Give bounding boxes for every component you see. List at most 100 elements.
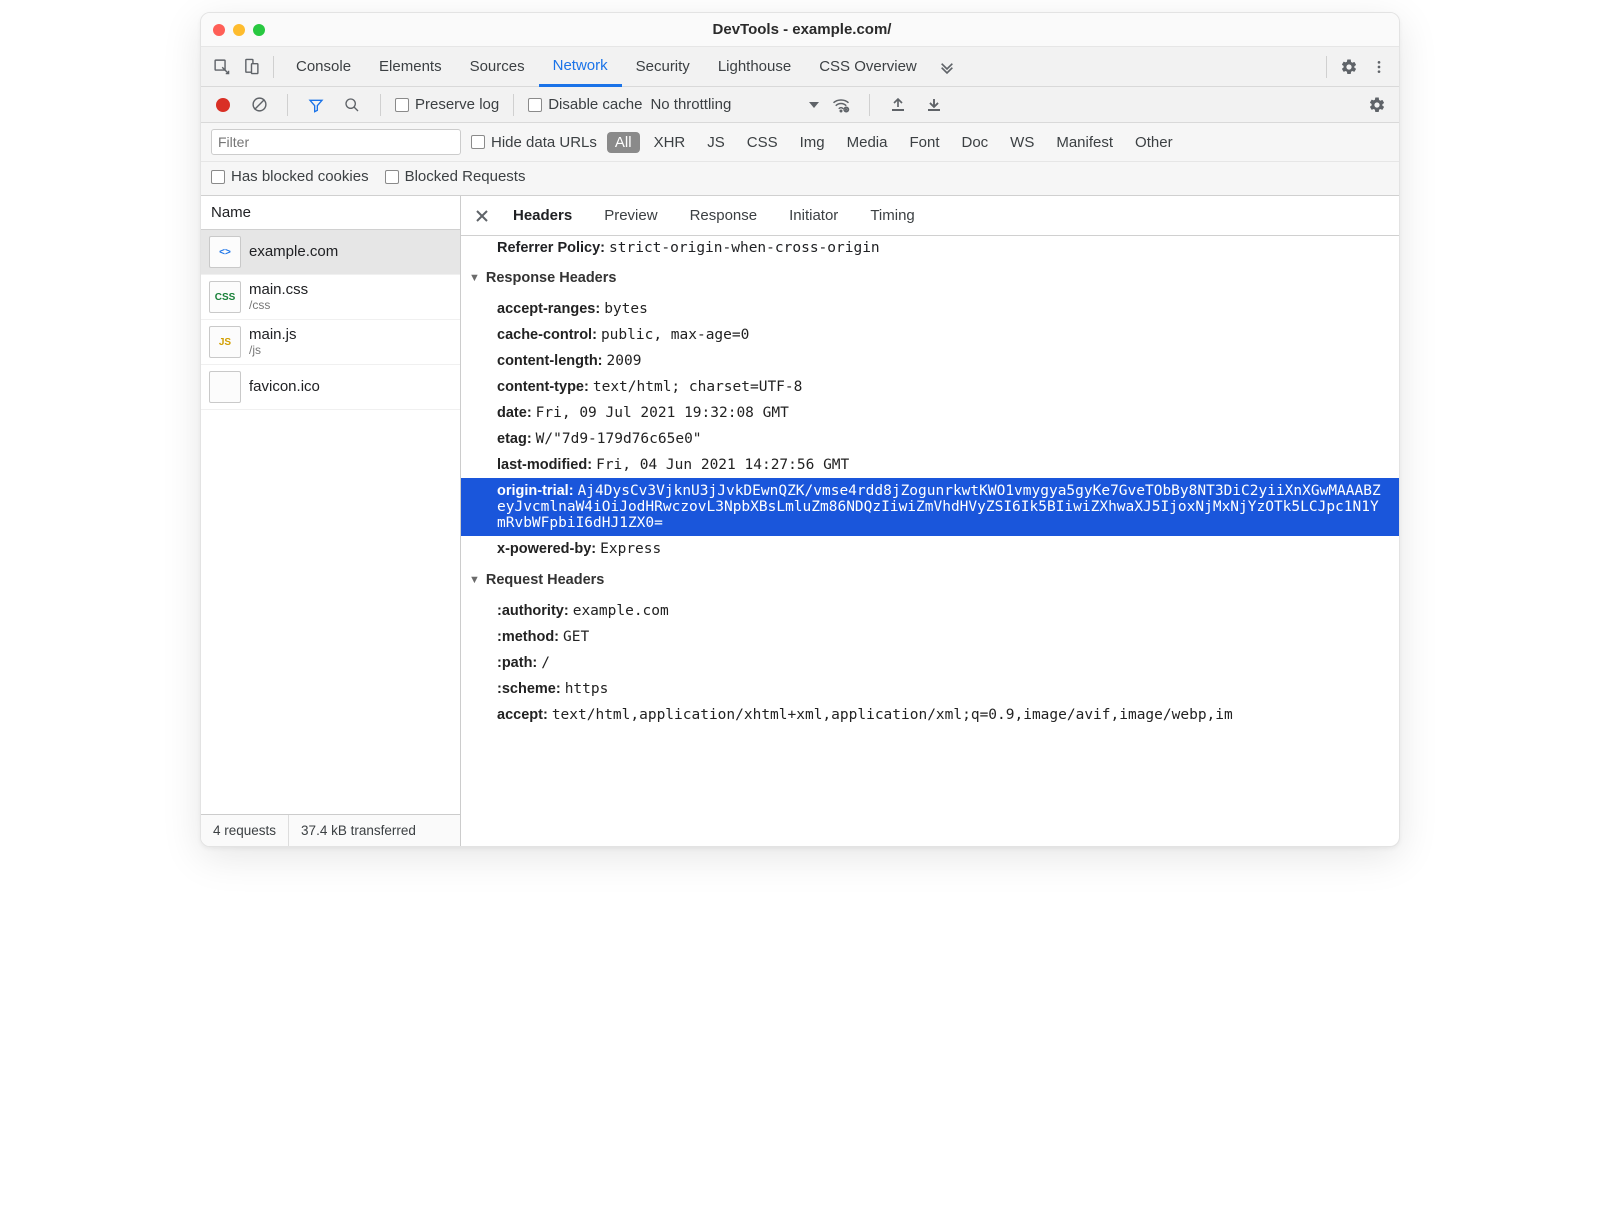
header-row[interactable]: last-modified: Fri, 04 Jun 2021 14:27:56…: [461, 452, 1399, 478]
throttling-select[interactable]: No throttling: [650, 96, 819, 113]
export-har-icon[interactable]: [920, 91, 948, 119]
tab-network[interactable]: Network: [539, 47, 622, 87]
disclosure-triangle-icon: ▼: [469, 272, 480, 284]
tab-lighthouse[interactable]: Lighthouse: [704, 47, 805, 87]
preserve-log-label: Preserve log: [415, 96, 499, 113]
minimize-traffic-light[interactable]: [233, 24, 245, 36]
request-name: example.com: [249, 243, 338, 260]
referrer-policy-key: Referrer Policy:: [497, 240, 605, 256]
device-toggle-icon[interactable]: [237, 53, 265, 81]
request-row[interactable]: CSSmain.css/css: [201, 275, 460, 320]
request-row[interactable]: favicon.ico: [201, 365, 460, 410]
type-filter-css[interactable]: CSS: [739, 132, 786, 153]
type-filter-media[interactable]: Media: [839, 132, 896, 153]
type-filter-all[interactable]: All: [607, 132, 640, 153]
request-row[interactable]: <> example.com: [201, 230, 460, 275]
header-row[interactable]: cache-control: public, max-age=0: [461, 322, 1399, 348]
header-row[interactable]: :authority: example.com: [461, 598, 1399, 624]
header-key: :scheme:: [497, 681, 565, 697]
header-row[interactable]: origin-trial: Aj4DysCv3VjknU3jJvkDEwnQZK…: [461, 478, 1399, 536]
response-headers-label: Response Headers: [486, 270, 617, 286]
tab-security[interactable]: Security: [622, 47, 704, 87]
request-path: /js: [249, 344, 297, 358]
type-filter-other[interactable]: Other: [1127, 132, 1181, 153]
close-traffic-light[interactable]: [213, 24, 225, 36]
kebab-menu-icon[interactable]: [1365, 53, 1393, 81]
request-headers-section[interactable]: ▼ Request Headers: [461, 562, 1399, 598]
header-key: origin-trial:: [497, 483, 578, 499]
status-bar: 4 requests 37.4 kB transferred: [201, 814, 460, 846]
close-detail-icon[interactable]: [467, 196, 497, 236]
type-filter-doc[interactable]: Doc: [953, 132, 996, 153]
header-value: public, max-age=0: [601, 327, 749, 343]
header-row[interactable]: :scheme: https: [461, 676, 1399, 702]
type-filter-manifest[interactable]: Manifest: [1048, 132, 1121, 153]
detail-tab-preview[interactable]: Preview: [588, 196, 673, 236]
clear-icon[interactable]: [245, 91, 273, 119]
zoom-traffic-light[interactable]: [253, 24, 265, 36]
disable-cache-checkbox[interactable]: Disable cache: [528, 96, 642, 113]
tab-css-overview[interactable]: CSS Overview: [805, 47, 931, 87]
type-filter-ws[interactable]: WS: [1002, 132, 1042, 153]
hide-data-urls-label: Hide data URLs: [491, 134, 597, 151]
type-filter-font[interactable]: Font: [901, 132, 947, 153]
header-row[interactable]: etag: W/"7d9-179d76c65e0": [461, 426, 1399, 452]
titlebar: DevTools - example.com/: [201, 13, 1399, 47]
preserve-log-checkbox[interactable]: Preserve log: [395, 96, 499, 113]
header-row[interactable]: accept: text/html,application/xhtml+xml,…: [461, 702, 1399, 728]
settings-icon[interactable]: [1335, 53, 1363, 81]
tab-sources[interactable]: Sources: [456, 47, 539, 87]
blocked-requests-checkbox[interactable]: Blocked Requests: [385, 168, 526, 185]
header-key: accept:: [497, 707, 552, 723]
type-filter-xhr[interactable]: XHR: [646, 132, 694, 153]
detail-tab-headers[interactable]: Headers: [497, 196, 588, 236]
referrer-policy-val: strict-origin-when-cross-origin: [609, 240, 880, 256]
file-type-icon: [209, 371, 241, 403]
tab-elements[interactable]: Elements: [365, 47, 456, 87]
divider: [380, 94, 381, 116]
divider: [287, 94, 288, 116]
record-button[interactable]: [209, 91, 237, 119]
header-row[interactable]: :path: /: [461, 650, 1399, 676]
request-row[interactable]: JSmain.js/js: [201, 320, 460, 365]
detail-tab-timing[interactable]: Timing: [854, 196, 930, 236]
type-filter-js[interactable]: JS: [699, 132, 733, 153]
divider: [1326, 56, 1327, 78]
header-row[interactable]: :method: GET: [461, 624, 1399, 650]
request-list-panel: Name <> example.com CSSmain.css/cssJSmain.…: [201, 196, 461, 846]
header-row[interactable]: content-length: 2009: [461, 348, 1399, 374]
request-name: favicon.ico: [249, 378, 320, 395]
header-row[interactable]: content-type: text/html; charset=UTF-8: [461, 374, 1399, 400]
hide-data-urls-checkbox[interactable]: Hide data URLs: [471, 134, 597, 151]
response-headers-section[interactable]: ▼ Response Headers: [461, 260, 1399, 296]
detail-tabs: HeadersPreviewResponseInitiatorTiming: [461, 196, 1399, 236]
header-key: etag:: [497, 431, 536, 447]
inspect-icon[interactable]: [207, 53, 235, 81]
divider: [273, 56, 274, 78]
filter-input[interactable]: [211, 129, 461, 155]
header-value: Aj4DysCv3VjknU3jJvkDEwnQZK/vmse4rdd8jZog…: [497, 483, 1381, 531]
traffic-lights: [213, 24, 265, 36]
panel-settings-icon[interactable]: [1363, 91, 1391, 119]
name-column-header[interactable]: Name: [201, 196, 460, 230]
tab-console[interactable]: Console: [282, 47, 365, 87]
search-icon[interactable]: [338, 91, 366, 119]
headers-detail[interactable]: Referrer Policy: strict-origin-when-cros…: [461, 236, 1399, 846]
filter-icon[interactable]: [302, 91, 330, 119]
detail-tab-response[interactable]: Response: [674, 196, 774, 236]
more-tabs-icon[interactable]: [933, 53, 961, 81]
header-row[interactable]: date: Fri, 09 Jul 2021 19:32:08 GMT: [461, 400, 1399, 426]
header-row[interactable]: accept-ranges: bytes: [461, 296, 1399, 322]
detail-tab-initiator[interactable]: Initiator: [773, 196, 854, 236]
type-filter-img[interactable]: Img: [792, 132, 833, 153]
content-split: Name <> example.com CSSmain.css/cssJSmain.…: [201, 196, 1399, 846]
request-path: /css: [249, 299, 308, 313]
header-value: W/"7d9-179d76c65e0": [536, 431, 702, 447]
header-value: bytes: [604, 301, 648, 317]
file-type-icon: CSS: [209, 281, 241, 313]
import-har-icon[interactable]: [884, 91, 912, 119]
network-conditions-icon[interactable]: [827, 91, 855, 119]
has-blocked-cookies-checkbox[interactable]: Has blocked cookies: [211, 168, 369, 185]
file-type-icon: <>: [209, 236, 241, 268]
header-row[interactable]: x-powered-by: Express: [461, 536, 1399, 562]
